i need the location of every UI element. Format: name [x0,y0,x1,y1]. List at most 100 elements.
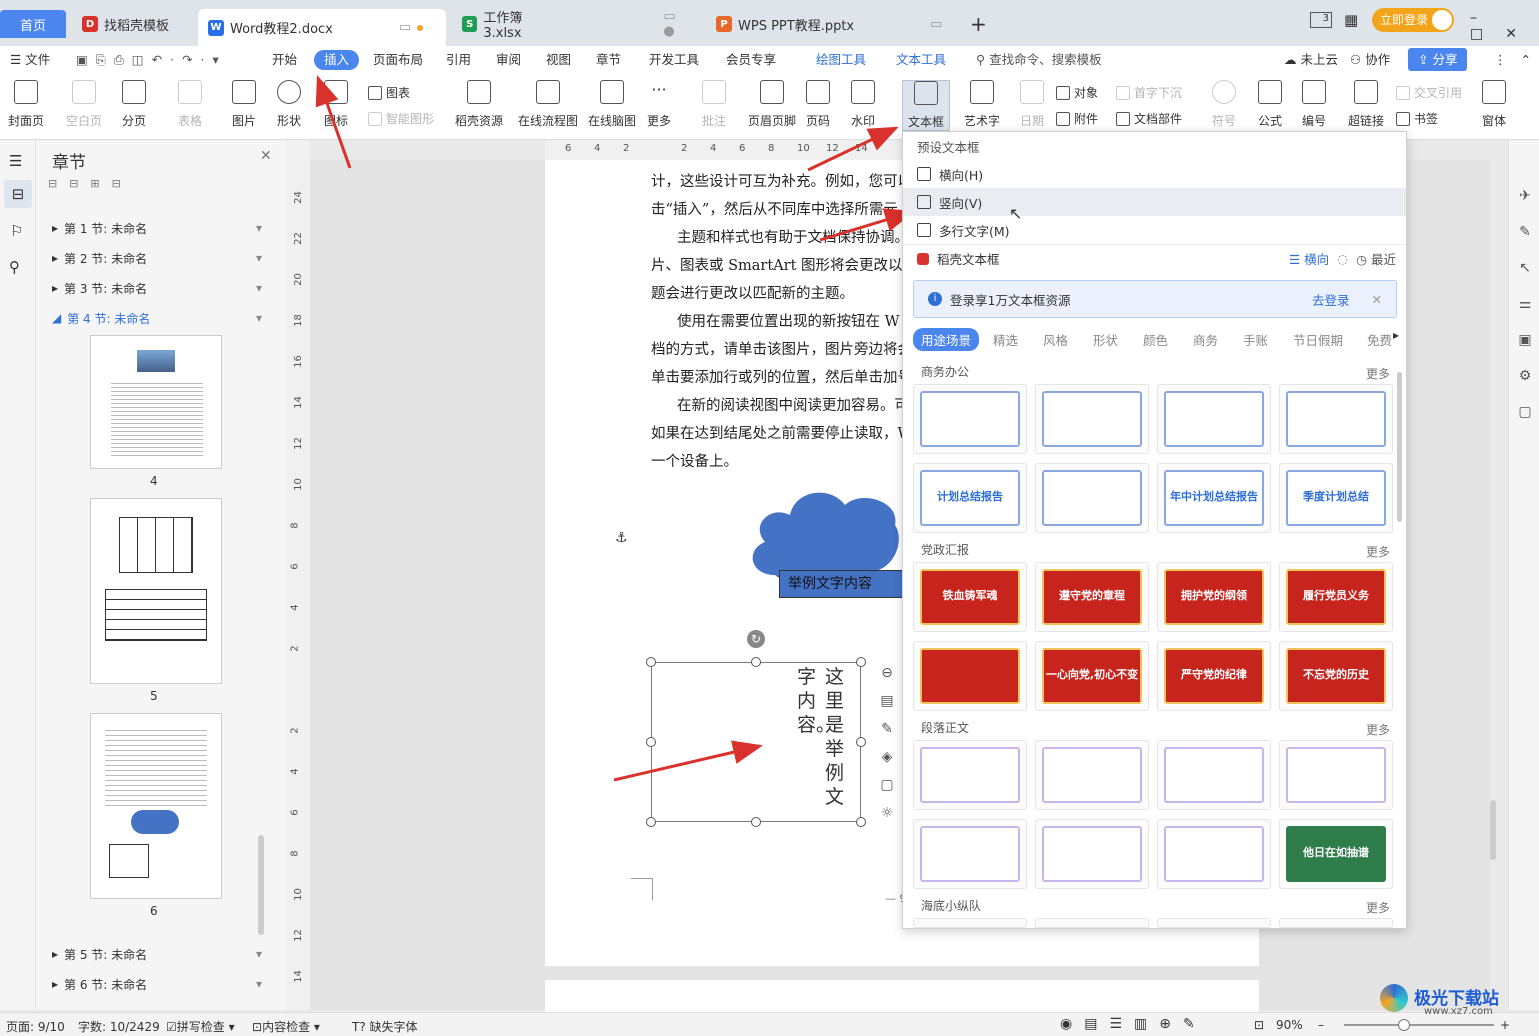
pane-tool-icons[interactable]: ⊟⊟⊞⊟ [48,177,133,190]
command-search[interactable]: ⚲ 查找命令、搜索模板 [976,50,1102,70]
section-item-active[interactable]: ◢ 第 4 节: 未命名 ▾ [52,307,262,329]
tab-sheet[interactable]: S 工作簿3.xlsx ▭ ● [452,9,700,41]
login-button[interactable]: 立即登录 [1372,8,1454,32]
resize-handle[interactable] [751,657,761,667]
zoom-slider[interactable] [1344,1024,1494,1026]
comment-icon[interactable]: ◌ [1337,251,1348,266]
template-card[interactable] [913,641,1027,711]
grid-icon[interactable]: ▦ [1344,11,1358,29]
table-button[interactable]: 表格 [178,80,202,129]
menu-text-tools[interactable]: 文本工具 [896,50,946,70]
mindmap-button[interactable]: 在线脑图 [588,80,636,129]
shape-button[interactable]: 形状 [277,80,301,129]
menu-insert[interactable]: 插入 [314,50,360,70]
word-count[interactable]: 字数: 10/2429 [78,1018,160,1035]
section-item[interactable]: ▸ 第 2 节: 未命名 ▾ [52,247,262,269]
chevron-right-icon[interactable]: ▸ [1393,328,1399,342]
menu-view[interactable]: 视图 [546,50,571,70]
zoom-in-icon[interactable]: + [1500,1018,1510,1032]
resize-handle[interactable] [856,657,866,667]
close-icon[interactable]: ✕ [1372,292,1382,307]
resize-handle[interactable] [646,817,656,827]
tab-ppt[interactable]: P WPS PPT教程.pptx ▭ [706,9,954,39]
file-menu[interactable]: ☰ 文件 [10,50,50,70]
recent-button[interactable]: ◷ 最近 [1356,249,1396,268]
cat-free[interactable]: 免费 [1367,330,1393,349]
header-footer-button[interactable]: 页眉页脚 [748,80,796,129]
menu-dev[interactable]: 开发工具 [649,50,699,70]
docer-resource-button[interactable]: 稻壳资源 [455,80,503,129]
layout-icon[interactable]: 3 [1310,12,1332,28]
template-card[interactable]: 季度计划总结 [1279,463,1393,533]
pen-icon[interactable]: ✎ [873,721,901,737]
template-card[interactable] [1157,918,1271,928]
template-card[interactable]: 一心向党,初心不变 [1035,641,1149,711]
template-card[interactable] [1035,740,1149,810]
zoom-fit-icon[interactable]: ⊡ [1254,1018,1264,1032]
banner-login-link[interactable]: 去登录 [1312,290,1350,309]
more-link[interactable]: 更多 [1366,721,1390,738]
bookmark-button[interactable]: 书签 [1396,110,1438,127]
cat-business[interactable]: 商务 [1193,330,1218,349]
view-mode-icons[interactable]: ◉▤☰▥⊕✎ [1060,1016,1207,1032]
template-card[interactable]: 履行党员义务 [1279,562,1393,632]
cloud-text[interactable]: 举例文字内容 [779,570,904,598]
template-card[interactable] [1157,819,1271,889]
template-card[interactable] [1157,740,1271,810]
chart-button[interactable]: 图表 [368,84,410,101]
object-button[interactable]: 对象 [1056,84,1098,101]
spell-check[interactable]: ☑拼写检查 ▾ [166,1018,235,1035]
content-check[interactable]: ⊡内容检查 ▾ [252,1018,320,1035]
template-card[interactable] [913,384,1027,454]
chapter-nav-icon[interactable]: ⊟ [4,180,32,208]
bookmark-icon[interactable]: ⚐ [10,222,23,240]
cat-color[interactable]: 颜色 [1143,330,1168,349]
cover-page-button[interactable]: 封面页 [8,80,44,129]
section-item[interactable]: ▸ 第 6 节: 未命名 ▾ [52,973,262,995]
page-thumbnail[interactable] [90,335,222,469]
cat-journal[interactable]: 手账 [1243,330,1268,349]
zoom-level[interactable]: 90% [1276,1018,1303,1032]
quick-access-icons[interactable]: ▣⎘⎙◫↶·↷·▾ [76,50,227,70]
zoom-out-icon[interactable]: ⊖ [873,665,901,681]
menu-chapter[interactable]: 章节 [596,50,621,70]
cloud-status[interactable]: ☁ 未上云 [1284,50,1338,70]
attachment-button[interactable]: 附件 [1056,110,1098,127]
page-status[interactable]: 页面: 9/10 [6,1018,65,1035]
tab-home[interactable]: 首页 [0,10,66,38]
more-menu[interactable]: ⋮⌃ [1494,50,1539,70]
search-icon[interactable]: ⚲ [9,258,20,276]
close-icon[interactable]: ✕ [260,148,272,164]
window-controls[interactable]: –□✕ [1470,10,1539,42]
symbol-button[interactable]: 符号 [1212,80,1236,129]
form-button[interactable]: 窗体 [1482,80,1506,129]
menu-layout[interactable]: 页面布局 [373,50,423,70]
section-item[interactable]: ▸ 第 5 节: 未命名 ▾ [52,943,262,965]
template-card[interactable] [1035,384,1149,454]
template-card[interactable] [1279,384,1393,454]
page-thumbnail[interactable] [90,498,222,684]
watermark-button[interactable]: 水印 [851,80,875,129]
template-card[interactable] [913,819,1027,889]
template-card[interactable] [1279,740,1393,810]
resize-handle[interactable] [856,737,866,747]
more-link[interactable]: 更多 [1366,365,1390,382]
collab-button[interactable]: ⚇ 协作 [1350,50,1390,70]
bulb-icon[interactable]: ☼ [873,805,901,821]
cat-style[interactable]: 风格 [1043,330,1068,349]
page-break-button[interactable]: 分页 [122,80,146,129]
template-card[interactable]: 严守党的纪律 [1157,641,1271,711]
dropdown-scrollbar[interactable] [1397,372,1402,522]
more-link[interactable]: 更多 [1366,899,1390,916]
missing-font[interactable]: T? 缺失字体 [352,1018,418,1035]
menu-ref[interactable]: 引用 [446,50,471,70]
layout-options-icon[interactable]: ▤ [873,693,901,709]
horizontal-textbox-item[interactable]: 横向(H) [903,160,1406,188]
cat-featured[interactable]: 精选 [993,330,1018,349]
vertical-textbox-item[interactable]: 竖向(V) [903,188,1406,216]
more-link[interactable]: 更多 [1366,543,1390,560]
new-tab-button[interactable]: + [960,9,997,39]
picture-button[interactable]: 图片 [232,80,256,129]
comment-button[interactable]: 批注 [702,80,726,129]
template-card[interactable] [1157,384,1271,454]
